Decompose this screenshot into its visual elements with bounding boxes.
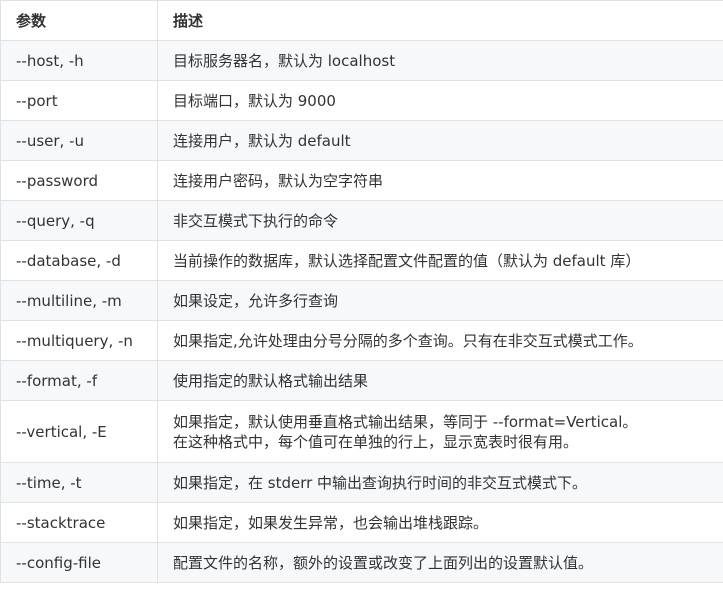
description-line: 在这种格式中，每个值可在单独的行上，显示宽表时很有用。 bbox=[173, 432, 579, 451]
param-cell: --host, -h bbox=[0, 40, 158, 81]
table-row: --query, -q 非交互模式下执行的命令 bbox=[0, 200, 723, 241]
table-row: --format, -f 使用指定的默认格式输出结果 bbox=[0, 360, 723, 401]
description-cell: 连接用户，默认为 default bbox=[157, 120, 723, 161]
param-cell: --stacktrace bbox=[0, 502, 158, 543]
description-cell: 使用指定的默认格式输出结果 bbox=[157, 360, 723, 401]
description-cell: 如果指定，如果发生异常，也会输出堆栈跟踪。 bbox=[157, 502, 723, 543]
table-row: --multiquery, -n 如果指定,允许处理由分号分隔的多个查询。只有在非… bbox=[0, 320, 723, 361]
table-row: --port 目标端口，默认为 9000 bbox=[0, 80, 723, 121]
header-description: 描述 bbox=[157, 0, 723, 41]
header-param: 参数 bbox=[0, 0, 158, 41]
table-row: --config-file 配置文件的名称，额外的设置或改变了上面列出的设置默认值… bbox=[0, 542, 723, 583]
table-row: --password 连接用户密码，默认为空字符串 bbox=[0, 160, 723, 201]
description-cell: 如果指定，默认使用垂直格式输出结果，等同于 --format=Vertical。… bbox=[157, 400, 723, 463]
param-cell: --multiquery, -n bbox=[0, 320, 158, 361]
param-cell: --time, -t bbox=[0, 462, 158, 503]
description-cell: 如果设定，允许多行查询 bbox=[157, 280, 723, 321]
description-cell: 如果指定,允许处理由分号分隔的多个查询。只有在非交互式模式工作。 bbox=[157, 320, 723, 361]
description-cell: 目标端口，默认为 9000 bbox=[157, 80, 723, 121]
param-cell: --config-file bbox=[0, 542, 158, 583]
param-cell: --user, -u bbox=[0, 120, 158, 161]
param-cell: --query, -q bbox=[0, 200, 158, 241]
table-header-row: 参数 描述 bbox=[0, 0, 723, 41]
description-cell: 连接用户密码，默认为空字符串 bbox=[157, 160, 723, 201]
param-cell: --database, -d bbox=[0, 240, 158, 281]
description-cell: 目标服务器名，默认为 localhost bbox=[157, 40, 723, 81]
table-row: --user, -u 连接用户，默认为 default bbox=[0, 120, 723, 161]
table-row: --time, -t 如果指定，在 stderr 中输出查询执行时间的非交互式模式… bbox=[0, 462, 723, 503]
table-row: --stacktrace 如果指定，如果发生异常，也会输出堆栈跟踪。 bbox=[0, 502, 723, 543]
description-line: 如果指定，默认使用垂直格式输出结果，等同于 --format=Vertical。 bbox=[173, 412, 638, 431]
param-cell: --multiline, -m bbox=[0, 280, 158, 321]
param-cell: --port bbox=[0, 80, 158, 121]
description-cell: 当前操作的数据库，默认选择配置文件配置的值（默认为 default 库） bbox=[157, 240, 723, 281]
param-cell: --password bbox=[0, 160, 158, 201]
param-cell: --format, -f bbox=[0, 360, 158, 401]
param-cell: --vertical, -E bbox=[0, 400, 158, 463]
table-row: --host, -h 目标服务器名，默认为 localhost bbox=[0, 40, 723, 81]
table-row: --database, -d 当前操作的数据库，默认选择配置文件配置的值（默认为 … bbox=[0, 240, 723, 281]
description-cell: 非交互模式下执行的命令 bbox=[157, 200, 723, 241]
description-cell: 配置文件的名称，额外的设置或改变了上面列出的设置默认值。 bbox=[157, 542, 723, 583]
table-row: --vertical, -E 如果指定，默认使用垂直格式输出结果，等同于 --fo… bbox=[0, 400, 723, 463]
description-cell: 如果指定，在 stderr 中输出查询执行时间的非交互式模式下。 bbox=[157, 462, 723, 503]
table-row: --multiline, -m 如果设定，允许多行查询 bbox=[0, 280, 723, 321]
parameters-table: 参数 描述 --host, -h 目标服务器名，默认为 localhost --po… bbox=[0, 0, 723, 583]
